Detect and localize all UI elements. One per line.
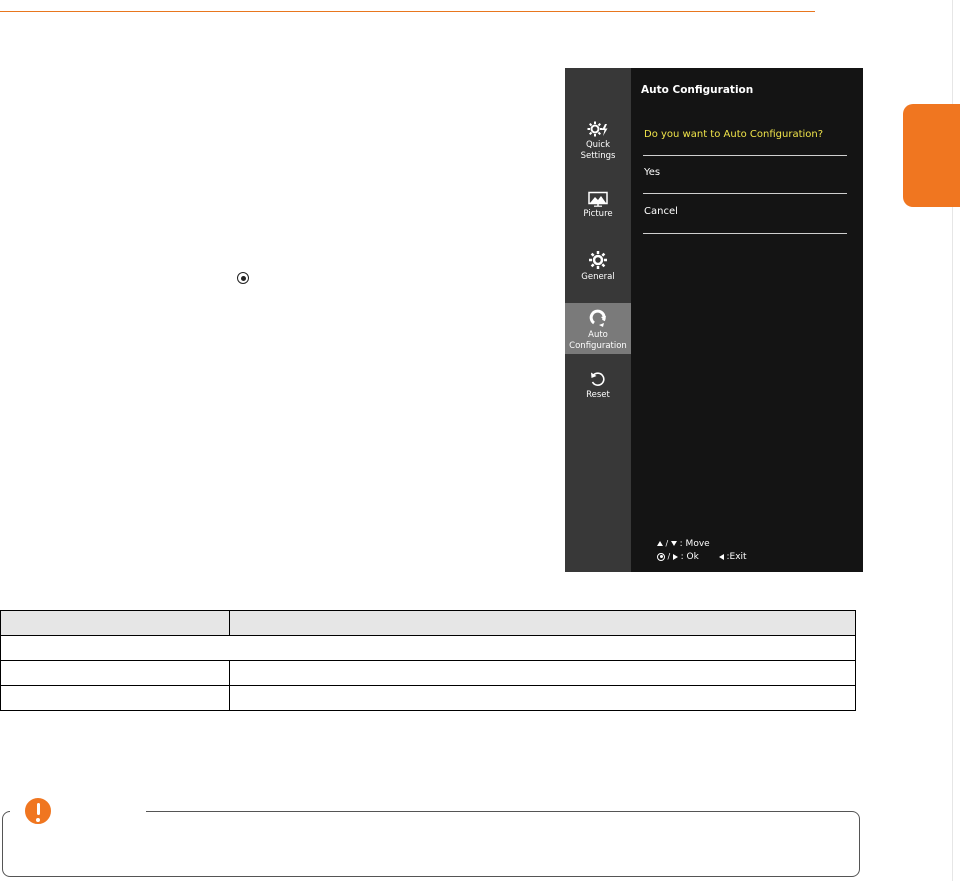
top-rule <box>0 11 815 12</box>
caution-box <box>2 811 860 877</box>
nav-item-general[interactable]: General <box>565 250 631 283</box>
osd-title: Auto Configuration <box>641 84 754 96</box>
table-header-cell <box>0 610 230 636</box>
hint-move: / : Move <box>657 539 710 549</box>
nav-label-configuration: Configuration <box>569 341 627 351</box>
option-yes[interactable]: Yes <box>644 167 660 178</box>
nav-label-settings: Settings <box>580 151 616 161</box>
osd-divider <box>643 193 847 194</box>
osd-question: Do you want to Auto Configuration? <box>644 129 824 140</box>
table-cell <box>0 660 230 686</box>
osd-menu: Quick Settings Picture General Auto Conf… <box>565 68 863 572</box>
down-arrow-icon <box>670 541 677 546</box>
right-arrow-icon <box>672 553 678 560</box>
table-row <box>0 635 856 661</box>
joystick-press-icon <box>657 552 665 561</box>
osd-sidebar: Quick Settings Picture General Auto Conf… <box>565 68 631 572</box>
table-header-row <box>0 610 856 636</box>
osd-divider <box>643 233 847 234</box>
nav-label-quick: Quick <box>585 140 611 150</box>
chapter-tab <box>903 104 960 207</box>
general-icon <box>589 251 607 269</box>
left-arrow-icon <box>718 553 724 560</box>
nav-label-picture: Picture <box>583 209 613 219</box>
picture-icon <box>588 191 608 207</box>
nav-item-auto-configuration[interactable]: Auto Configuration <box>565 303 631 354</box>
nav-label-auto: Auto <box>588 330 608 340</box>
nav-label-general: General <box>581 272 615 282</box>
quick-settings-icon <box>587 121 608 137</box>
settings-table <box>0 610 856 711</box>
table-header-cell <box>229 610 856 636</box>
hint-exit-label: :Exit <box>726 552 747 562</box>
table-cell <box>0 635 856 661</box>
hint-ok-label: : Ok <box>680 552 699 562</box>
nav-item-reset[interactable]: Reset <box>565 370 631 401</box>
nav-label-reset: Reset <box>586 390 610 400</box>
reset-icon <box>591 372 605 386</box>
table-row <box>0 660 856 686</box>
table-cell <box>229 660 856 686</box>
option-cancel[interactable]: Cancel <box>644 206 678 217</box>
nav-item-quick-settings[interactable]: Quick Settings <box>565 120 631 162</box>
osd-divider <box>643 155 847 156</box>
ok-button-icon <box>237 272 249 284</box>
hint-move-label: : Move <box>679 539 710 549</box>
table-cell <box>0 685 230 711</box>
table-row <box>0 685 856 711</box>
nav-item-picture[interactable]: Picture <box>565 191 631 220</box>
auto-configuration-icon <box>589 309 606 327</box>
caution-icon <box>22 795 54 827</box>
hint-ok-exit: / : Ok :Exit <box>657 552 747 562</box>
table-cell <box>229 685 856 711</box>
